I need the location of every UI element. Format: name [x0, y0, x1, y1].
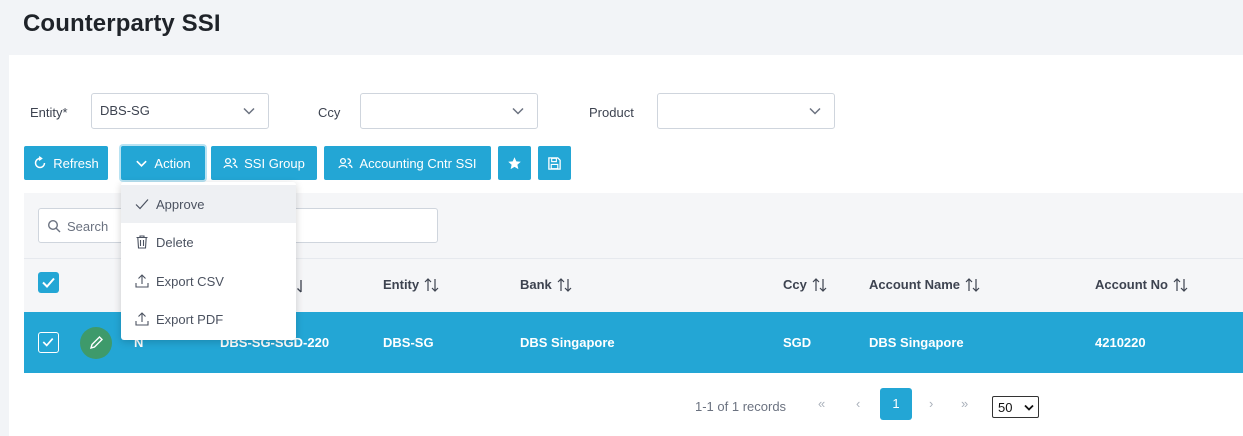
cell-account-name: DBS Singapore: [869, 335, 964, 350]
ccy-select[interactable]: [360, 93, 538, 129]
cell-bank: DBS Singapore: [520, 335, 615, 350]
entity-label: Entity*: [30, 105, 68, 120]
ssi-group-label: SSI Group: [244, 155, 305, 171]
action-menu: Approve Delete Export CSV Export PDF: [121, 182, 296, 340]
refresh-icon: [34, 156, 46, 169]
menu-item-export-csv[interactable]: Export CSV: [121, 262, 296, 300]
chevron-down-icon: [243, 107, 255, 115]
action-label: Action: [154, 155, 191, 171]
column-header-label: Ccy: [783, 277, 807, 292]
accounting-cntr-ssi-label: Accounting Cntr SSI: [359, 155, 477, 171]
entity-select[interactable]: DBS-SG: [91, 93, 269, 129]
column-header-entity[interactable]: Entity: [383, 277, 439, 292]
menu-item-export-pdf[interactable]: Export PDF: [121, 300, 296, 338]
sort-icon: [965, 277, 980, 292]
pagination-summary: 1-1 of 1 records: [695, 399, 787, 414]
refresh-button[interactable]: Refresh: [24, 146, 108, 180]
menu-item-approve[interactable]: Approve: [121, 185, 296, 223]
upload-icon: [135, 274, 149, 288]
cell-ccy: SGD: [783, 335, 812, 350]
prev-page-button[interactable]: ‹: [856, 396, 860, 411]
first-page-button[interactable]: «: [818, 396, 825, 411]
product-select[interactable]: [657, 93, 835, 129]
save-icon: [548, 156, 561, 170]
select-all-checkbox[interactable]: [38, 272, 59, 293]
sort-icon: [557, 277, 572, 292]
search-placeholder: Search: [67, 219, 109, 234]
column-header-bank[interactable]: Bank: [520, 277, 572, 292]
menu-item-label: Export CSV: [156, 273, 224, 289]
upload-icon: [135, 312, 149, 326]
page-title: Counterparty SSI: [23, 10, 221, 37]
save-button[interactable]: [538, 146, 571, 180]
next-page-button[interactable]: ›: [929, 396, 933, 411]
chevron-down-icon: [809, 107, 821, 115]
check-icon: [42, 338, 54, 347]
trash-icon: [136, 235, 148, 249]
column-header-account-name[interactable]: Account Name: [869, 277, 980, 292]
sort-icon: [812, 277, 827, 292]
pencil-icon: [89, 336, 103, 350]
column-header-label: Account No: [1095, 277, 1168, 292]
page-button-current[interactable]: 1: [880, 388, 912, 420]
check-icon: [42, 277, 55, 288]
column-header-label: Account Name: [869, 277, 961, 292]
product-label: Product: [589, 105, 634, 120]
last-page-button[interactable]: »: [961, 396, 968, 411]
menu-item-label: Export PDF: [156, 311, 224, 327]
ssi-group-button[interactable]: SSI Group: [211, 146, 317, 180]
star-icon: [508, 156, 521, 169]
sort-icon: [1173, 277, 1188, 292]
action-button[interactable]: Action: [121, 146, 205, 180]
cell-account-no: 4210220: [1095, 335, 1146, 350]
page-size-value: 50: [998, 400, 1013, 415]
check-icon: [135, 199, 149, 210]
sort-icon: [424, 277, 439, 292]
users-icon: [223, 157, 238, 169]
menu-item-delete[interactable]: Delete: [121, 223, 296, 261]
menu-item-label: Delete: [156, 234, 194, 250]
refresh-label: Refresh: [53, 155, 99, 171]
column-header-label: Bank: [520, 277, 552, 292]
favorite-button[interactable]: [498, 146, 531, 180]
chevron-down-icon: [136, 160, 148, 167]
accounting-cntr-ssi-button[interactable]: Accounting Cntr SSI: [324, 146, 491, 180]
row-checkbox[interactable]: [38, 332, 59, 353]
page-size-select[interactable]: 50: [992, 396, 1039, 418]
ccy-label: Ccy: [318, 105, 341, 120]
entity-value: DBS-SG: [100, 103, 150, 118]
search-icon: [47, 219, 61, 233]
column-header-ccy[interactable]: Ccy: [783, 277, 827, 292]
chevron-down-icon: [1024, 404, 1034, 411]
sort-icon: [297, 280, 302, 293]
column-header-label: Entity: [383, 277, 420, 292]
cell-entity: DBS-SG: [383, 335, 434, 350]
chevron-down-icon: [512, 107, 524, 115]
menu-item-label: Approve: [156, 196, 205, 212]
column-header-account-no[interactable]: Account No: [1095, 277, 1188, 292]
users-icon: [338, 157, 354, 169]
edit-button[interactable]: [80, 327, 112, 359]
